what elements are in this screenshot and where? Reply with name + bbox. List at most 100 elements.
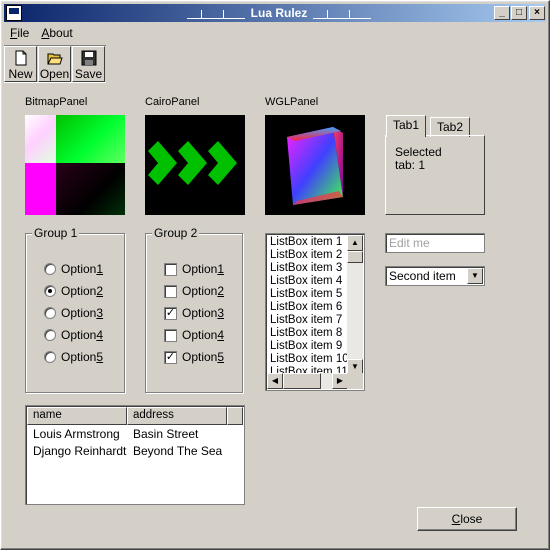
table-cell-address[interactable]: Beyond The Sea	[133, 443, 222, 459]
table-cell-name[interactable]: Django Reinhardt	[33, 443, 126, 459]
open-label: Open	[39, 67, 70, 81]
option-label: Option	[61, 328, 97, 342]
cairo-chevrons-drawing	[148, 141, 237, 185]
open-button[interactable]: Open	[38, 46, 71, 82]
cairo-panel	[145, 115, 245, 215]
combo-box[interactable]: Second item ▼	[385, 266, 485, 286]
bitmap-quadrant-green	[56, 115, 125, 163]
group1-option-5[interactable]: Option 5	[44, 349, 103, 365]
group-1: Group 1 Option 1 Option 2 Option 3 Optio…	[25, 226, 125, 393]
option-label: Option	[182, 306, 218, 320]
listbox-item[interactable]: ListBox item 8	[270, 327, 342, 340]
bitmap-panel-label: BitmapPanel	[25, 96, 88, 108]
horizontal-scroll-thumb[interactable]	[283, 373, 321, 389]
menu-file[interactable]: File	[4, 26, 35, 40]
close-window-button[interactable]: ×	[529, 6, 545, 20]
table-cell-name[interactable]: Louis Armstrong	[33, 426, 120, 442]
radio-button-selected[interactable]	[44, 285, 56, 297]
radio-button[interactable]	[44, 307, 56, 319]
new-button[interactable]: New	[4, 46, 37, 82]
listbox-item[interactable]: ListBox item 9	[270, 340, 342, 353]
tab-1[interactable]: Tab1	[386, 115, 427, 137]
option-accel: 4	[96, 328, 104, 342]
listbox-item[interactable]: ListBox item 10	[270, 353, 349, 366]
maximize-button[interactable]: □	[511, 6, 527, 20]
listbox-item[interactable]: ListBox item 3	[270, 262, 342, 275]
option-accel: 5	[96, 350, 104, 364]
table-cell-address[interactable]: Basin Street	[133, 426, 198, 442]
open-folder-icon	[46, 53, 63, 65]
option-accel: 5	[217, 350, 225, 364]
group1-option-2[interactable]: Option 2	[44, 283, 103, 299]
group2-option-1[interactable]: Option 1	[164, 261, 224, 277]
chevron-down-icon[interactable]: ▼	[467, 268, 483, 284]
toolbar: New Open Save	[4, 45, 106, 83]
checkbox[interactable]	[164, 284, 177, 298]
column-header-address[interactable]: address	[127, 407, 227, 425]
option-label: Option	[61, 350, 97, 364]
group1-option-1[interactable]: Option 1	[44, 261, 103, 277]
checkbox[interactable]	[164, 262, 177, 276]
group2-option-4[interactable]: Option 4	[164, 327, 224, 343]
listbox-item[interactable]: ListBox item 4	[270, 275, 342, 288]
cairo-panel-label: CairoPanel	[145, 96, 200, 108]
option-accel: 2	[217, 284, 225, 298]
option-label: Option	[61, 306, 97, 320]
listbox-item[interactable]: ListBox item 7	[270, 314, 342, 327]
listbox-item[interactable]: ListBox item 6	[270, 301, 342, 314]
wgl-cube-drawing	[287, 127, 343, 205]
radio-button[interactable]	[44, 263, 56, 275]
column-header-name[interactable]: name	[27, 407, 127, 425]
save-button[interactable]: Save	[72, 46, 105, 82]
scroll-left-arrow-icon[interactable]: ◀	[267, 373, 283, 389]
scroll-up-arrow-icon[interactable]: ▲	[347, 235, 363, 251]
checkbox-checked[interactable]: ✓	[164, 350, 177, 364]
radio-button[interactable]	[44, 329, 56, 341]
option-accel: 3	[217, 306, 225, 320]
bitmap-quadrant-white	[25, 115, 56, 163]
listbox-vertical-scrollbar[interactable]: ▲ ▼	[347, 235, 363, 375]
group2-option-5[interactable]: ✓ Option 5	[164, 349, 224, 365]
vertical-scroll-thumb[interactable]	[347, 251, 363, 263]
list-view[interactable]: name address Louis Armstrong Basin Stree…	[25, 405, 245, 505]
option-accel: 1	[96, 262, 104, 276]
group1-option-4[interactable]: Option 4	[44, 327, 103, 343]
window-title: Lua Rulez	[250, 6, 308, 20]
option-label: Option	[182, 284, 218, 298]
option-label: Option	[182, 350, 218, 364]
main-window: Lua Rulez _ □ × File About New Open Save…	[0, 0, 550, 550]
group-1-title: Group 1	[32, 226, 80, 240]
edit-field[interactable]: Edit me	[385, 233, 485, 253]
close-button[interactable]: Close	[417, 507, 517, 531]
option-label: Option	[61, 284, 97, 298]
listbox-item[interactable]: ListBox item 1	[270, 236, 342, 249]
scrollbar-corner	[347, 373, 363, 389]
menu-file-label: ile	[17, 26, 30, 40]
menu-about-label: bout	[49, 26, 73, 40]
title-decoration-left	[186, 7, 245, 19]
app-icon[interactable]	[6, 5, 22, 21]
option-accel: 2	[96, 284, 104, 298]
group1-option-3[interactable]: Option 3	[44, 305, 103, 321]
tab-2[interactable]: Tab2	[430, 117, 471, 137]
scroll-right-arrow-icon[interactable]: ▶	[332, 373, 348, 389]
menu-bar: File About	[4, 23, 546, 43]
menu-about[interactable]: About	[35, 26, 78, 40]
minimize-button[interactable]: _	[494, 6, 510, 20]
new-label: New	[8, 67, 33, 81]
bitmap-quadrant-dark	[56, 163, 125, 215]
bitmap-panel	[25, 115, 125, 215]
radio-button[interactable]	[44, 351, 56, 363]
listbox[interactable]: ListBox item 1 ListBox item 2 ListBox it…	[265, 233, 365, 391]
title-bar[interactable]: Lua Rulez _ □ ×	[4, 4, 546, 22]
option-label: Option	[182, 262, 218, 276]
listbox-item[interactable]: ListBox item 2	[270, 249, 342, 262]
listbox-horizontal-scrollbar[interactable]: ◀ ▶	[267, 373, 348, 389]
tab-page: Selected tab: 1	[385, 135, 485, 215]
checkbox[interactable]	[164, 328, 177, 342]
tab-control: Tab1 Tab2 Selected tab: 1	[385, 115, 485, 215]
group2-option-2[interactable]: Option 2	[164, 283, 224, 299]
checkbox-checked[interactable]: ✓	[164, 306, 177, 320]
group2-option-3[interactable]: ✓ Option 3	[164, 305, 224, 321]
listbox-item[interactable]: ListBox item 5	[270, 288, 342, 301]
